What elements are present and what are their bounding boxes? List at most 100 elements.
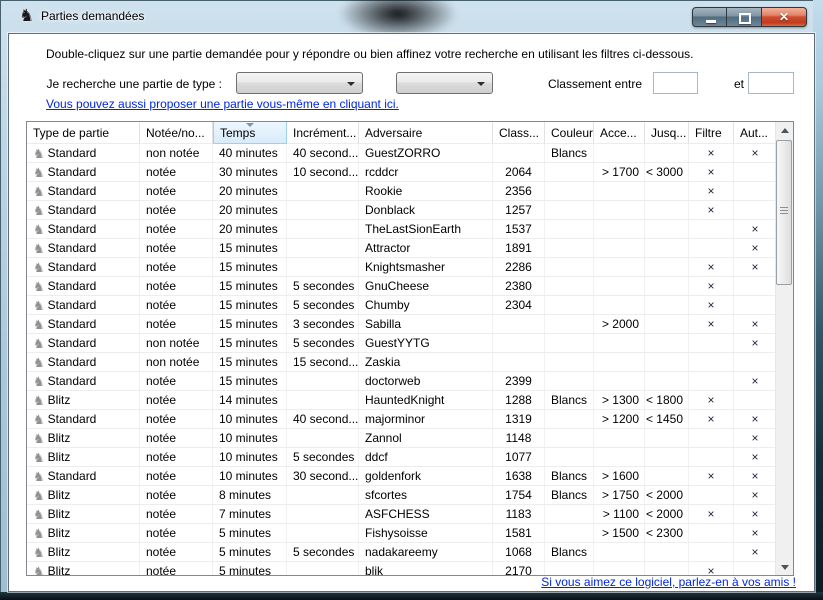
scroll-up-button[interactable] [776, 122, 793, 139]
game-subtype-select[interactable] [396, 72, 493, 94]
cell-rating [493, 144, 545, 162]
minimize-icon [706, 20, 716, 23]
knight-game-type-icon: ♞ [33, 298, 45, 313]
table-row[interactable]: ♞Standardnotée15 minutesdoctorweb2399× [27, 372, 777, 391]
cell-game-type: ♞Standard [27, 315, 140, 333]
table-row[interactable]: ♞Standardnon notée15 minutes5 secondesGu… [27, 334, 777, 353]
knight-game-type-icon: ♞ [33, 165, 45, 180]
cell-time: 20 minutes [213, 201, 287, 219]
cell-rating-below [645, 182, 689, 200]
cell-rated: notée [140, 315, 213, 333]
cell-time: 15 minutes [213, 296, 287, 314]
table-row[interactable]: ♞Standardnotée20 minutesTheLastSionEarth… [27, 220, 777, 239]
cell-opponent: Knightsmasher [359, 258, 493, 276]
knight-game-type-icon: ♞ [33, 317, 45, 332]
column-header-7[interactable]: Acce... [594, 122, 645, 144]
column-header-4[interactable]: Adversaire [359, 122, 493, 144]
column-header-2[interactable]: Temps [213, 122, 287, 144]
cell-opponent: GuestZORRO [359, 144, 493, 162]
table-row[interactable]: ♞Standardnotée10 minutes30 second...gold… [27, 467, 777, 486]
table-row[interactable]: ♞Standardnotée20 minutesDonblack1257× [27, 201, 777, 220]
table-row[interactable]: ♞Blitznotée10 minutesZannol1148× [27, 429, 777, 448]
column-header-3[interactable]: Incrément... [287, 122, 359, 144]
close-button[interactable]: ✕ [762, 7, 807, 27]
table-row[interactable]: ♞Standardnotée20 minutesRookie2356× [27, 182, 777, 201]
table-row[interactable]: ♞Blitznotée5 minutesFishysoisse1581> 150… [27, 524, 777, 543]
table-row[interactable]: ♞Standardnotée30 minutes10 second...rcdd… [27, 163, 777, 182]
game-type-select[interactable] [236, 72, 363, 94]
cell-game-type: ♞Standard [27, 334, 140, 352]
table-row[interactable]: ♞Standardnotée15 minutesKnightsmasher228… [27, 258, 777, 277]
cell-filter: × [689, 410, 734, 428]
cell-auto: × [734, 486, 777, 504]
cell-increment [287, 391, 359, 409]
cell-time: 5 minutes [213, 543, 287, 561]
cell-increment: 5 secondes [287, 334, 359, 352]
table-row[interactable]: ♞Standardnotée15 minutes5 secondesChumby… [27, 296, 777, 315]
minimize-button[interactable] [692, 7, 727, 27]
column-header-6[interactable]: Couleur [545, 122, 594, 144]
table-row[interactable]: ♞Blitznotée8 minutessfcortes1754Blancs> … [27, 486, 777, 505]
cell-game-type: ♞Standard [27, 258, 140, 276]
maximize-button[interactable] [727, 7, 762, 27]
rating-max-input[interactable] [748, 72, 794, 94]
table-row[interactable]: ♞Blitznotée7 minutesASFCHESS1183> 1100< … [27, 505, 777, 524]
cell-increment [287, 429, 359, 447]
cell-game-type: ♞Blitz [27, 562, 140, 575]
close-icon: ✕ [762, 8, 806, 27]
table-row[interactable]: ♞Blitznotée5 minutes5 secondesnadakareem… [27, 543, 777, 562]
maximize-icon [739, 13, 751, 24]
cell-increment: 10 second... [287, 163, 359, 181]
cell-filter [689, 543, 734, 561]
column-header-0[interactable]: Type de partie [27, 122, 140, 144]
propose-game-link[interactable]: Vous pouvez aussi proposer une partie vo… [46, 97, 399, 111]
knight-game-type-icon: ♞ [33, 507, 45, 522]
table-row[interactable]: ♞Blitznotée5 minutesblik2170× [27, 562, 777, 575]
x-mark: × [707, 298, 714, 312]
x-mark: × [751, 374, 758, 388]
cell-rating-below: < 1800 [645, 391, 689, 409]
cell-time: 10 minutes [213, 448, 287, 466]
vertical-scrollbar[interactable] [775, 122, 793, 575]
scrollbar-thumb[interactable] [776, 140, 792, 285]
cell-color: Blancs [545, 543, 594, 561]
cell-rating-above: > 1500 [594, 524, 645, 542]
tell-friends-link[interactable]: Si vous aimez ce logiciel, parlez-en à v… [541, 575, 796, 589]
x-mark: × [707, 317, 714, 331]
column-header-10[interactable]: Aut... [734, 122, 777, 144]
cell-rated: notée [140, 448, 213, 466]
x-mark: × [707, 412, 714, 426]
cell-auto [734, 201, 777, 219]
cell-filter: × [689, 296, 734, 314]
cell-opponent: ddcf [359, 448, 493, 466]
table-row[interactable]: ♞Standardnon notée15 minutes15 second...… [27, 353, 777, 372]
cell-increment [287, 258, 359, 276]
table-row[interactable]: ♞Standardnon notée40 minutes40 second...… [27, 144, 777, 163]
table-row[interactable]: ♞Blitznotée14 minutesHauntedKnight1288Bl… [27, 391, 777, 410]
window-frame-bottom [0, 592, 823, 600]
cell-rating: 1288 [493, 391, 545, 409]
titlebar[interactable]: ♞ Parties demandées ✕ [0, 0, 823, 33]
cell-color [545, 448, 594, 466]
cell-increment: 15 second... [287, 353, 359, 371]
table-row[interactable]: ♞Standardnotée15 minutes3 secondesSabill… [27, 315, 777, 334]
cell-color [545, 220, 594, 238]
knight-game-type-icon: ♞ [33, 279, 45, 294]
cell-rating-above [594, 277, 645, 295]
table-row[interactable]: ♞Standardnotée10 minutes40 second...majo… [27, 410, 777, 429]
cell-rating: 1754 [493, 486, 545, 504]
cell-rating-below [645, 144, 689, 162]
rating-min-input[interactable] [653, 72, 698, 94]
column-header-1[interactable]: Notée/no... [140, 122, 213, 144]
cell-increment [287, 372, 359, 390]
column-header-8[interactable]: Jusq... [645, 122, 689, 144]
column-header-5[interactable]: Class... [493, 122, 545, 144]
table-row[interactable]: ♞Standardnotée15 minutesAttractor1891× [27, 239, 777, 258]
cell-increment [287, 201, 359, 219]
table-row[interactable]: ♞Blitznotée10 minutes5 secondesddcf1077× [27, 448, 777, 467]
column-header-9[interactable]: Filtre [689, 122, 734, 144]
cell-rating-above [594, 144, 645, 162]
table-row[interactable]: ♞Standardnotée15 minutes5 secondesGnuChe… [27, 277, 777, 296]
scroll-down-button[interactable] [776, 558, 793, 575]
cell-filter [689, 448, 734, 466]
